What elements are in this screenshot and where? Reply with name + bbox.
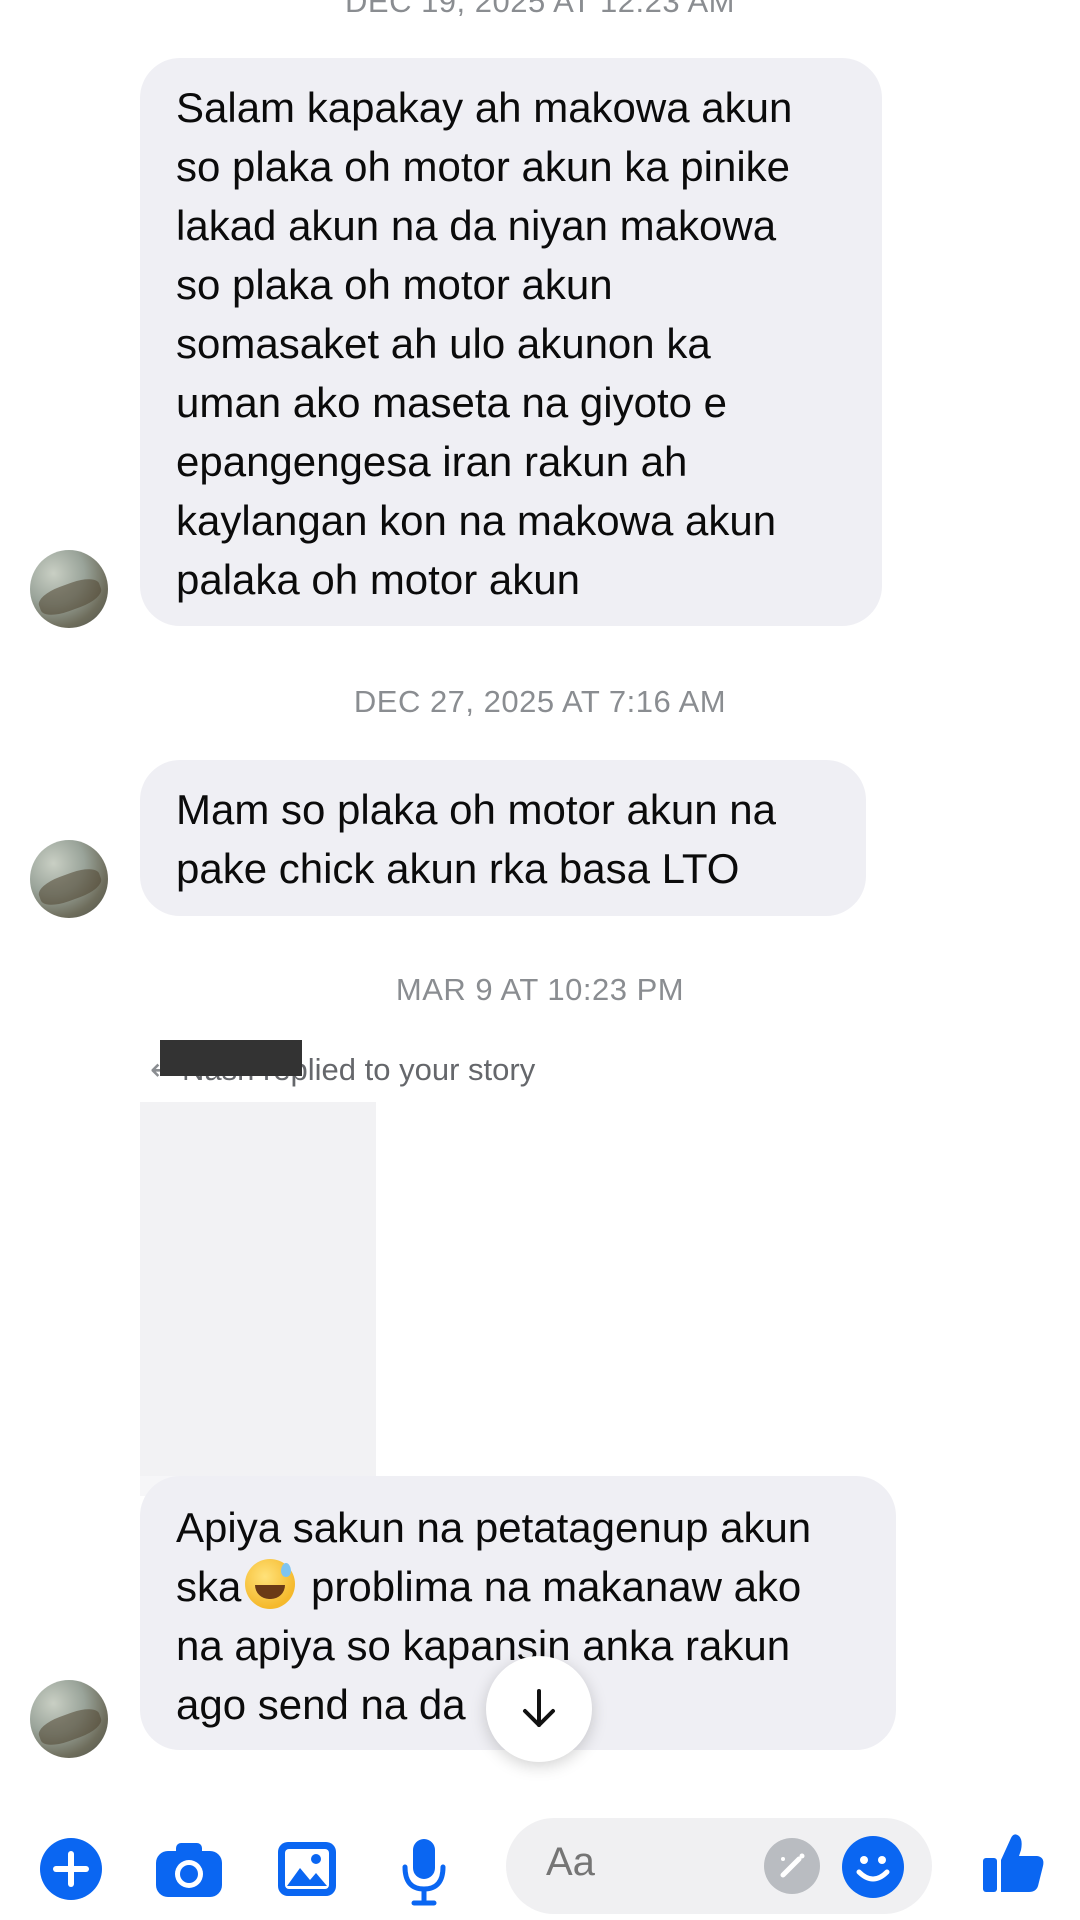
message-text: ska — [176, 1563, 242, 1610]
redacted-name — [160, 1040, 302, 1076]
message-bubble[interactable]: Salam kapakay ah makowa akun so plaka oh… — [140, 58, 882, 626]
scroll-to-bottom-button[interactable] — [486, 1656, 592, 1762]
message-line: palaka oh motor akun — [176, 556, 580, 603]
message-line: lakad akun na da niyan makowa — [176, 202, 777, 249]
magic-edit-button[interactable] — [764, 1838, 820, 1894]
message-text: problima na makanaw ako — [299, 1563, 802, 1610]
message-line: kaylangan kon na makowa akun — [176, 497, 777, 544]
sender-avatar[interactable] — [30, 1680, 108, 1758]
arrow-down-icon — [523, 1689, 555, 1727]
camera-button[interactable] — [154, 1836, 224, 1902]
emoji-button[interactable] — [842, 1836, 904, 1898]
camera-icon — [156, 1843, 222, 1897]
message-bubble[interactable]: Mam so plaka oh motor akun na pake chick… — [140, 760, 866, 916]
microphone-icon — [402, 1839, 446, 1906]
sender-avatar[interactable] — [30, 550, 108, 628]
smiley-icon — [856, 1856, 890, 1882]
timestamp-dec-19: DEC 19, 2025 AT 12:23 AM — [345, 0, 735, 19]
message-line: so plaka oh motor akun ka pinike — [176, 143, 791, 190]
plus-icon — [40, 1838, 102, 1900]
thumbs-up-icon — [983, 1834, 1044, 1892]
sweat-smile-emoji-icon — [245, 1559, 296, 1609]
story-preview-image[interactable] — [140, 1102, 376, 1476]
timestamp-mar-9: MAR 9 AT 10:23 PM — [395, 972, 685, 1007]
message-compose-field[interactable] — [506, 1818, 932, 1914]
voice-message-button[interactable] — [400, 1836, 448, 1908]
pencil-sparkle-icon — [780, 1853, 805, 1878]
message-line: ska problima na makanaw ako — [176, 1557, 860, 1616]
sender-avatar[interactable] — [30, 840, 108, 918]
message-line: so plaka oh motor akun — [176, 261, 613, 308]
timestamp-dec-27: DEC 27, 2025 AT 7:16 AM — [353, 684, 727, 719]
message-line: Mam so plaka oh motor akun na — [176, 786, 776, 833]
message-line: Apiya sakun na petatagenup akun — [176, 1504, 812, 1551]
gallery-button[interactable] — [276, 1836, 338, 1902]
add-more-button[interactable] — [38, 1836, 104, 1902]
image-icon — [278, 1842, 336, 1896]
message-line: Salam kapakay ah makowa akun — [176, 84, 793, 131]
message-input[interactable] — [546, 1840, 746, 1885]
message-line: epangengesa iran rakun ah — [176, 438, 688, 485]
like-button[interactable] — [980, 1828, 1048, 1898]
message-line: uman ako maseta na giyoto e — [176, 379, 728, 426]
message-line: pake chick akun rka basa LTO — [176, 845, 740, 892]
message-line: somasaket ah ulo akunon ka — [176, 320, 711, 367]
